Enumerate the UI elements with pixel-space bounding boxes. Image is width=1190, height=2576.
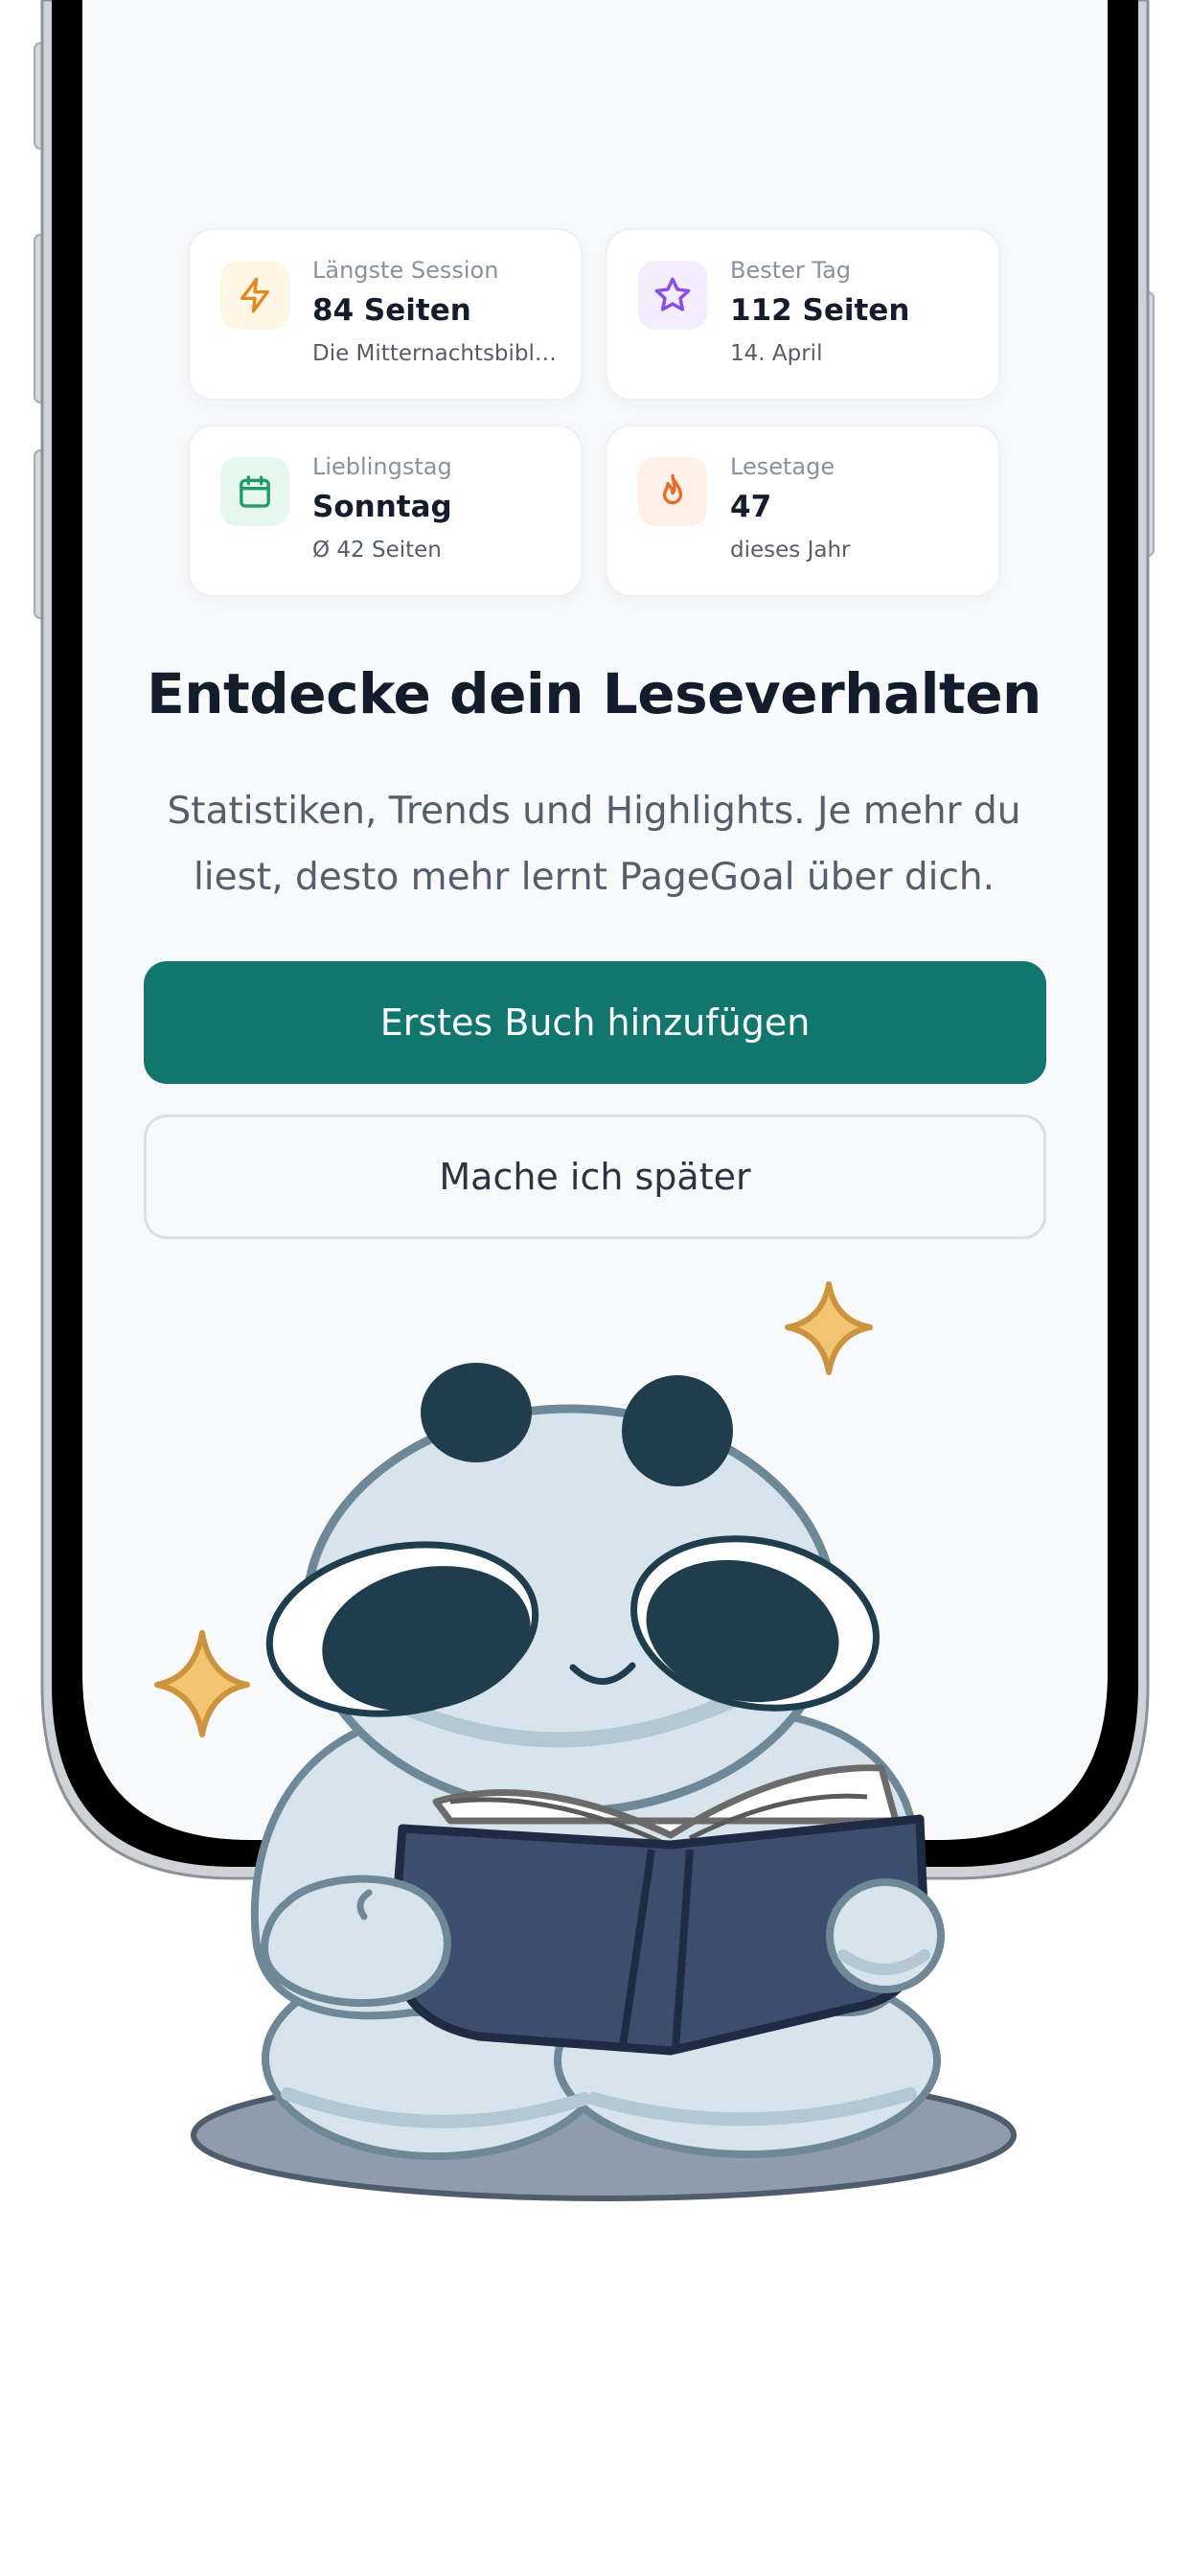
- sparkle-icon: [154, 1630, 250, 1737]
- sparkle-icon: [785, 1281, 873, 1375]
- panda-reading-illustration: [154, 1281, 1017, 2201]
